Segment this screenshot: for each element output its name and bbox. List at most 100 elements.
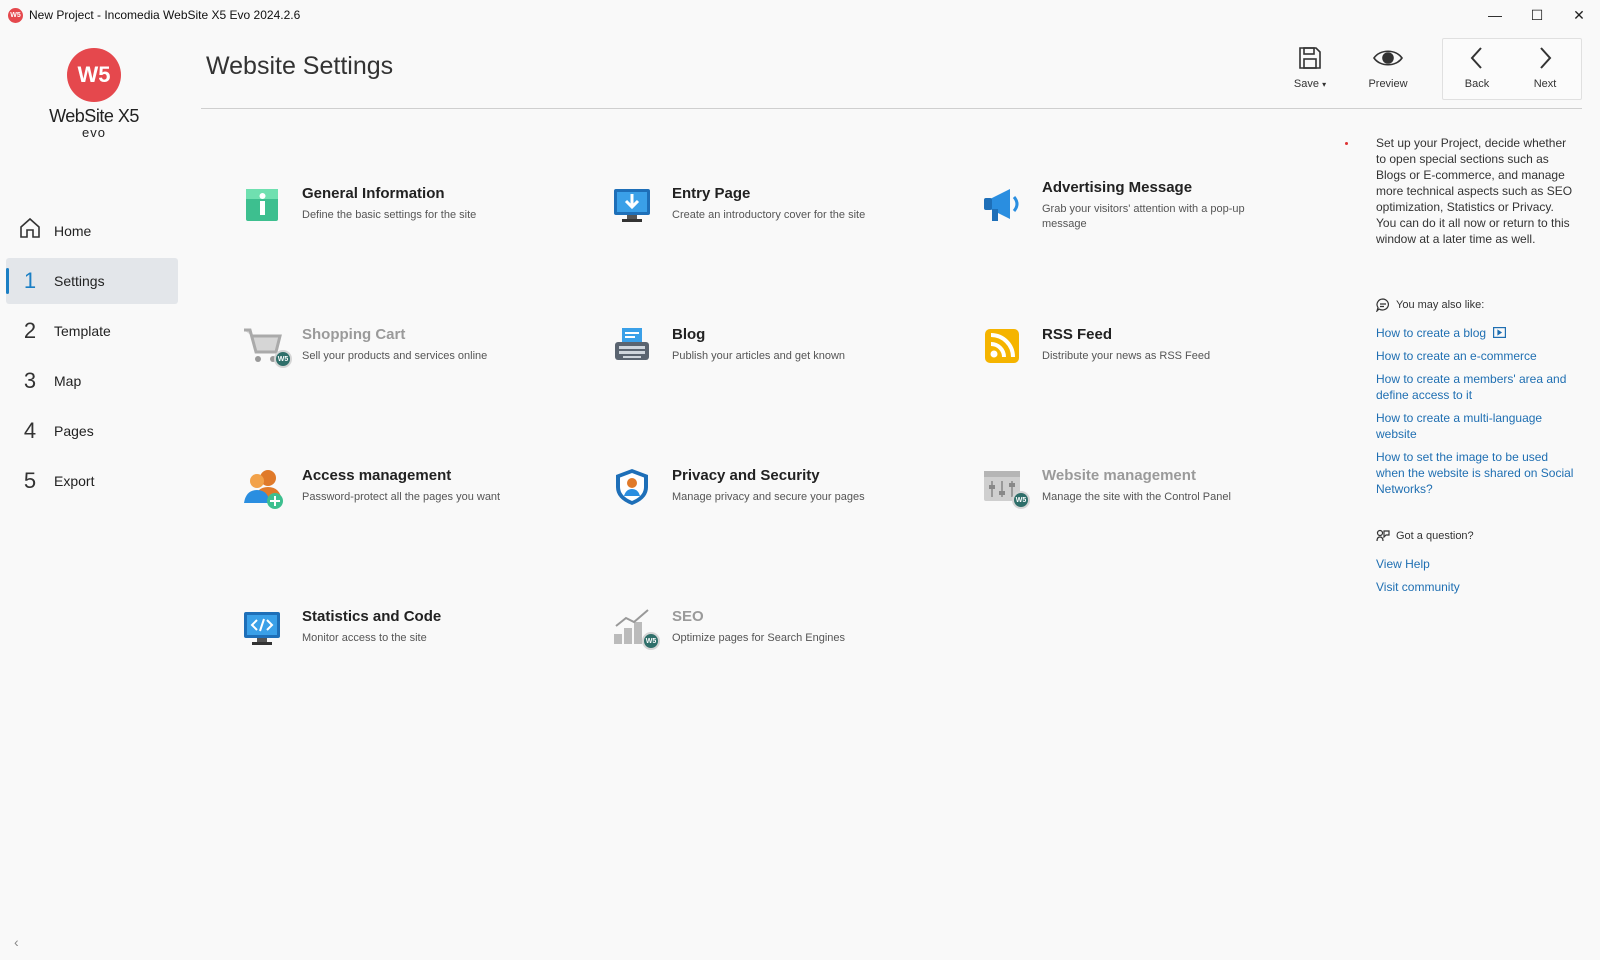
app-icon: W5 — [8, 7, 23, 23]
maximize-button[interactable]: ☐ — [1516, 0, 1558, 30]
sidebar-item-template[interactable]: 2 Template — [6, 308, 178, 354]
sidebar-item-label: Settings — [54, 273, 105, 289]
step-number: 1 — [23, 268, 37, 293]
sidebar-item-label: Template — [54, 323, 111, 339]
title-bar: W5 New Project - Incomedia WebSite X5 Ev… — [0, 0, 1600, 30]
card-rss-feed[interactable]: RSS Feed Distribute your news as RSS Fee… — [982, 326, 1312, 386]
info-icon — [242, 185, 286, 229]
next-label: Next — [1533, 78, 1557, 90]
sidebar-item-home[interactable]: Home — [6, 208, 178, 254]
close-button[interactable]: ✕ — [1558, 0, 1600, 30]
card-title: Statistics and Code — [302, 608, 442, 625]
save-icon — [1275, 42, 1345, 74]
window-title: New Project - Incomedia WebSite X5 Evo 2… — [29, 8, 301, 22]
link-text: How to create a blog — [1376, 326, 1487, 340]
card-seo[interactable]: W5 SEO Optimize pages for Search Engines — [612, 608, 942, 668]
chat-bubble-icon — [1376, 298, 1390, 312]
card-general-information[interactable]: General Information Define the basic set… — [242, 185, 572, 245]
card-website-management[interactable]: W5 Website management Manage the site wi… — [982, 467, 1312, 527]
question-heading: Got a question? — [1376, 529, 1474, 543]
question-icon — [1376, 529, 1390, 543]
card-title: Entry Page — [672, 185, 751, 202]
sidebar-item-export[interactable]: 5 Export — [6, 458, 178, 504]
home-icon — [6, 216, 54, 246]
card-description: Optimize pages for Search Engines — [672, 632, 846, 644]
card-description: Grab your visitors' attention with a pop… — [1042, 203, 1245, 230]
link-create-ecommerce[interactable]: How to create an e-commerce — [1376, 348, 1574, 364]
code-monitor-icon — [242, 608, 286, 652]
link-create-members-area[interactable]: How to create a members' area and define… — [1376, 371, 1574, 403]
panel-intro: Set up your Project, decide whether to o… — [1376, 136, 1573, 246]
also-like-heading: You may also like: — [1376, 298, 1484, 312]
header-divider — [201, 108, 1582, 109]
typewriter-icon — [612, 326, 656, 370]
card-privacy-and-security[interactable]: Privacy and Security Manage privacy and … — [612, 467, 942, 527]
logo-name: WebSite X5 — [49, 106, 139, 126]
card-description: Sell your products and services online — [302, 350, 488, 362]
eye-icon — [1353, 42, 1423, 74]
sidebar-item-pages[interactable]: 4 Pages — [6, 408, 178, 454]
card-title: Advertising Message — [1042, 179, 1193, 196]
status-dot — [1345, 142, 1348, 145]
card-title: Access management — [302, 467, 452, 484]
link-create-blog[interactable]: How to create a blog — [1376, 325, 1574, 342]
sidebar-item-label: Home — [54, 223, 92, 239]
logo-mark: W5 — [67, 48, 121, 102]
card-statistics-and-code[interactable]: Statistics and Code Monitor access to th… — [242, 608, 572, 668]
card-title: SEO — [672, 608, 704, 625]
w5-pro-badge: W5 — [1012, 491, 1030, 509]
link-view-help[interactable]: View Help — [1376, 556, 1574, 572]
card-access-management[interactable]: Access management Password-protect all t… — [242, 467, 572, 527]
sidebar-item-settings[interactable]: 1 Settings — [6, 258, 178, 304]
card-title: General Information — [302, 185, 445, 202]
chevron-down-icon: ▾ — [1322, 80, 1327, 89]
question-label: Got a question? — [1396, 530, 1474, 542]
shield-user-icon — [612, 467, 656, 511]
card-advertising-message[interactable]: Advertising Message Grab your visitors' … — [982, 179, 1312, 239]
also-like-label: You may also like: — [1396, 299, 1485, 311]
sidebar-item-label: Pages — [54, 423, 94, 439]
card-title: Privacy and Security — [672, 467, 820, 484]
rss-icon — [982, 326, 1026, 370]
link-share-image[interactable]: How to set the image to be used when the… — [1376, 449, 1574, 497]
minimize-button[interactable]: — — [1474, 0, 1516, 30]
card-title: Blog — [672, 326, 706, 343]
save-label: Save — [1293, 78, 1319, 90]
step-number: 4 — [23, 418, 37, 443]
video-icon — [1493, 326, 1507, 342]
back-button[interactable]: Back — [1442, 42, 1512, 98]
users-add-icon — [242, 467, 286, 511]
megaphone-icon — [982, 185, 1026, 229]
card-title: RSS Feed — [1042, 326, 1113, 343]
next-button[interactable]: Next — [1510, 42, 1580, 98]
save-button[interactable]: Save ▾ — [1275, 42, 1345, 98]
card-shopping-cart[interactable]: W5 Shopping Cart Sell your products and … — [242, 326, 572, 386]
logo: W5 WebSite X5 evo — [44, 48, 144, 139]
collapse-sidebar-button[interactable]: ‹ — [14, 934, 19, 950]
monitor-download-icon — [612, 185, 656, 229]
card-description: Publish your articles and get known — [672, 350, 846, 362]
card-description: Password-protect all the pages you want — [302, 491, 501, 503]
card-description: Distribute your news as RSS Feed — [1042, 350, 1211, 362]
w5-pro-badge: W5 — [274, 350, 292, 368]
card-description: Create an introductory cover for the sit… — [672, 209, 866, 221]
page-title: Website Settings — [206, 52, 394, 80]
logo-edition: evo — [82, 125, 106, 140]
link-visit-community[interactable]: Visit community — [1376, 579, 1574, 595]
card-description: Manage privacy and secure your pages — [672, 491, 865, 503]
sidebar-item-map[interactable]: 3 Map — [6, 358, 178, 404]
preview-label: Preview — [1368, 78, 1408, 90]
card-description: Monitor access to the site — [302, 632, 427, 644]
sidebar-item-label: Map — [54, 373, 82, 389]
step-number: 5 — [23, 468, 37, 493]
link-create-multilanguage[interactable]: How to create a multi-language website — [1376, 410, 1574, 442]
sidebar-item-label: Export — [54, 473, 95, 489]
card-entry-page[interactable]: Entry Page Create an introductory cover … — [612, 185, 942, 245]
card-description: Manage the site with the Control Panel — [1042, 491, 1231, 503]
chevron-right-icon — [1510, 42, 1580, 74]
card-blog[interactable]: Blog Publish your articles and get known — [612, 326, 942, 386]
sidebar-nav: Home 1 Settings 2 Template 3 Map 4 Pages… — [6, 208, 178, 508]
preview-button[interactable]: Preview — [1353, 42, 1423, 98]
card-title: Shopping Cart — [302, 326, 406, 343]
chevron-left-icon — [1442, 42, 1512, 74]
